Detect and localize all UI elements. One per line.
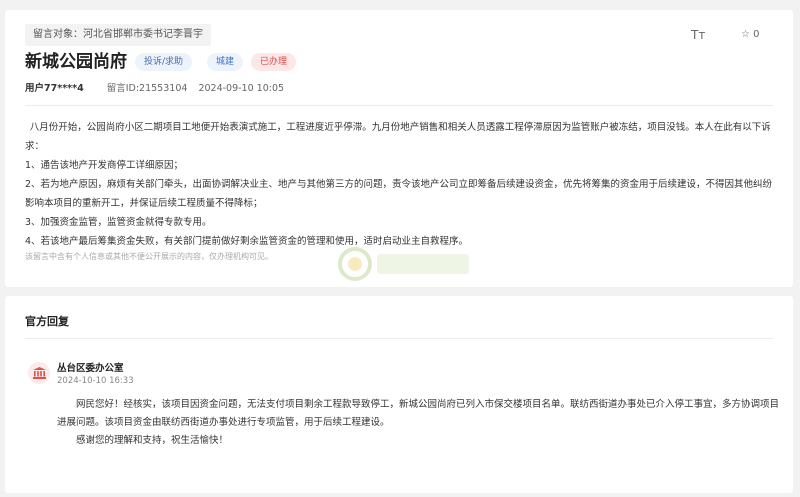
reply-card: 官方回复 丛台区委办公室 2024-10-10 16:33 网民您好！经核实，该… [5, 296, 793, 493]
content-paragraph: 1、通告该地产开发商停工详细原因； [25, 160, 184, 171]
message-target: 留言对象：河北省邯郸市委书记李晋宇 [25, 24, 211, 46]
field-tag: 城建 [207, 53, 244, 71]
category-tag: 投诉/求助 [135, 53, 193, 71]
divider [25, 338, 773, 339]
font-size-icon: Tт [691, 28, 706, 42]
divider [25, 105, 773, 106]
reply-heading: 官方回复 [25, 315, 69, 328]
message-datetime: 2024-09-10 10:05 [198, 83, 285, 94]
font-size-button[interactable]: Tт [691, 27, 705, 43]
content-paragraph: 3、加强资金监管，监管资金就得专款专用。 [25, 217, 212, 228]
reply-time: 2024-10-10 16:33 [57, 376, 134, 386]
favorite-button[interactable]: ☆ 0 [741, 27, 760, 43]
message-meta: 用户77****4 留言ID:21553104 2024-09-10 10:05 [25, 82, 292, 96]
watermark-logo [338, 247, 469, 281]
content-paragraph: 2、若为地产原因，麻烦有关部门牵头，出面协调解决业主、地产与其他第三方的问题，责… [25, 179, 773, 209]
reply-paragraph: 网民您好！经核实，该项目因资金问题，无法支付项目剩余工程款导致停工，新城公园尚府… [57, 399, 780, 428]
message-card: 留言对象：河北省邯郸市委书记李晋宇 新城公园尚府 投诉/求助 城建 已办理 Tт… [5, 10, 793, 287]
status-badge: 已办理 [251, 53, 297, 71]
message-content: 八月份开始，公园尚府小区二期项目工地便开始表演式施工，工程进度近乎停滞。九月份地… [25, 118, 780, 251]
reply-body: 网民您好！经核实，该项目因资金问题，无法支付项目剩余工程款导致停工，新城公园尚府… [57, 396, 782, 450]
page-title: 新城公园尚府 [25, 52, 127, 72]
content-paragraph: 八月份开始，公园尚府小区二期项目工地便开始表演式施工，工程进度近乎停滞。九月份地… [25, 122, 771, 152]
government-building-icon [28, 362, 50, 384]
reply-org-name: 丛台区委办公室 [57, 363, 124, 374]
privacy-notice: 该留言中含有个人信息或其他不便公开展示的内容，仅办理机构可见。 [25, 252, 273, 261]
star-icon: ☆ [741, 29, 750, 40]
reply-paragraph: 感谢您的理解和支持，祝生活愉快！ [76, 435, 229, 446]
favorite-count: 0 [753, 29, 760, 40]
user-name: 用户77****4 [25, 83, 84, 94]
message-id: 留言ID:21553104 [106, 83, 188, 94]
